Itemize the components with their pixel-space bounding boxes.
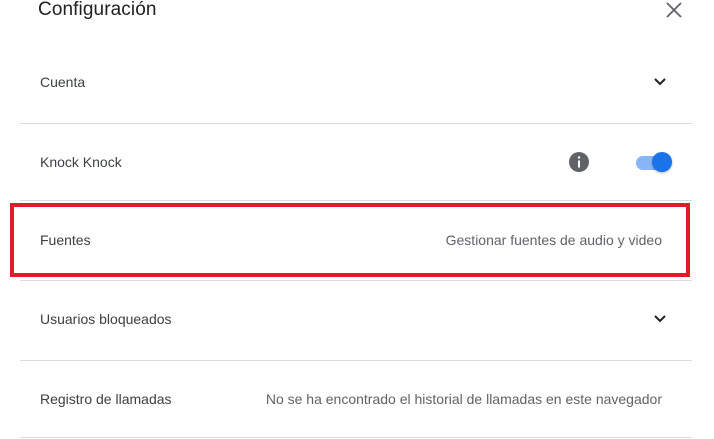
divider xyxy=(20,437,692,438)
highlight-box xyxy=(10,203,690,277)
divider xyxy=(20,123,692,124)
setting-row-registro-llamadas: Registro de llamadas No se ha encontrado… xyxy=(20,377,692,421)
info-icon[interactable] xyxy=(568,151,590,173)
setting-label-usuarios-bloqueados: Usuarios bloqueados xyxy=(40,311,172,327)
setting-row-cuenta[interactable]: Cuenta xyxy=(20,60,692,104)
close-button[interactable] xyxy=(660,0,688,22)
setting-row-knock-knock: Knock Knock xyxy=(20,140,692,184)
toggle-thumb xyxy=(652,152,672,172)
knock-knock-toggle[interactable] xyxy=(634,150,674,174)
settings-dialog: Configuración Cuenta Knock Knock Fuentes… xyxy=(0,0,714,439)
setting-label-cuenta: Cuenta xyxy=(40,74,86,90)
divider xyxy=(20,200,692,201)
divider xyxy=(20,280,692,281)
close-icon xyxy=(666,2,682,18)
setting-row-usuarios-bloqueados[interactable]: Usuarios bloqueados xyxy=(20,297,692,341)
divider xyxy=(20,360,692,361)
chevron-down-icon[interactable] xyxy=(650,72,670,92)
setting-label-knock-knock: Knock Knock xyxy=(40,154,122,170)
call-history-status: No se ha encontrado el historial de llam… xyxy=(265,391,662,407)
chevron-down-icon[interactable] xyxy=(650,309,670,329)
dialog-title: Configuración xyxy=(38,0,157,20)
setting-label-registro-llamadas: Registro de llamadas xyxy=(40,391,172,407)
